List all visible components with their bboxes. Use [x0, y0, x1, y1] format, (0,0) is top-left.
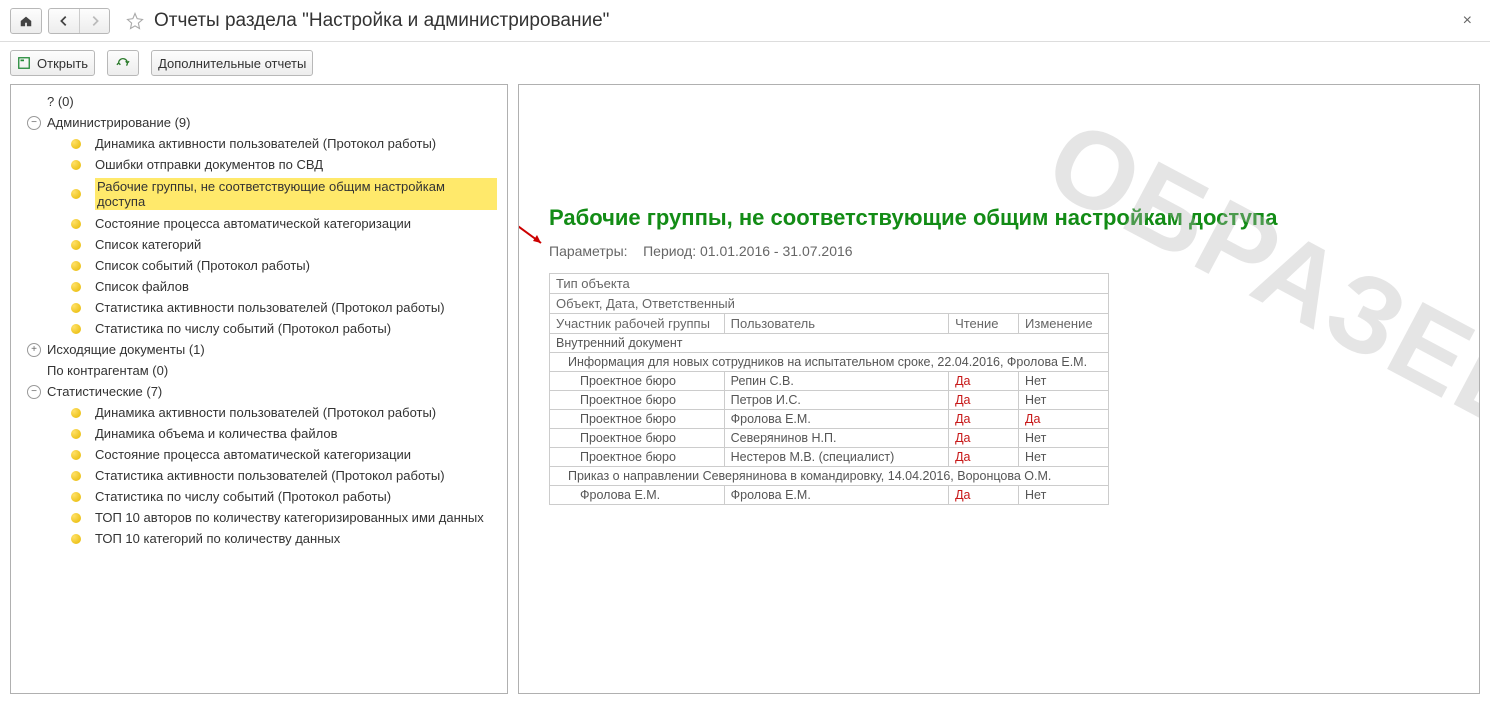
- report-params: Параметры: Период: 01.01.2016 - 31.07.20…: [549, 243, 1459, 259]
- tree-item[interactable]: Статистика по числу событий (Протокол ра…: [11, 318, 507, 339]
- tree-group-admin[interactable]: −Администрирование (9): [11, 112, 507, 133]
- tree-item[interactable]: Ошибки отправки документов по СВД: [11, 154, 507, 175]
- back-button[interactable]: [49, 9, 79, 33]
- report-icon: [71, 261, 81, 271]
- reports-tree: ? (0) −Администрирование (9) Динамика ак…: [10, 84, 508, 694]
- expand-icon[interactable]: +: [27, 343, 41, 357]
- tree-item-selected[interactable]: Рабочие группы, не соответствующие общим…: [11, 175, 507, 213]
- extra-reports-button[interactable]: Дополнительные отчеты: [151, 50, 313, 76]
- tree-group-outgoing[interactable]: +Исходящие документы (1): [11, 339, 507, 360]
- report-title: Рабочие группы, не соответствующие общим…: [549, 205, 1459, 231]
- report-icon: [71, 303, 81, 313]
- report-icon: [71, 471, 81, 481]
- tree-item[interactable]: Список файлов: [11, 276, 507, 297]
- tree-item[interactable]: Динамика активности пользователей (Прото…: [11, 402, 507, 423]
- report-icon: [71, 513, 81, 523]
- report-icon: [71, 219, 81, 229]
- extra-reports-label: Дополнительные отчеты: [158, 56, 306, 71]
- report-icon: [71, 450, 81, 460]
- tree-item[interactable]: Состояние процесса автоматической катего…: [11, 444, 507, 465]
- tree-group-contragents[interactable]: По контрагентам (0): [11, 360, 507, 381]
- report-icon: [71, 139, 81, 149]
- report-icon: [71, 324, 81, 334]
- tree-item[interactable]: Динамика активности пользователей (Прото…: [11, 133, 507, 154]
- page-title: Отчеты раздела "Настройка и администриро…: [154, 10, 609, 32]
- report-icon: [71, 429, 81, 439]
- tree-item[interactable]: Список событий (Протокол работы): [11, 255, 507, 276]
- tree-group-unknown[interactable]: ? (0): [11, 91, 507, 112]
- report-preview: ОБРАЗЕЦ Рабочие группы, не соответствующ…: [518, 84, 1480, 694]
- favorite-star-icon[interactable]: [124, 10, 146, 32]
- tree-item[interactable]: Статистика активности пользователей (Про…: [11, 297, 507, 318]
- open-button[interactable]: Открыть: [10, 50, 95, 76]
- collapse-icon[interactable]: −: [27, 116, 41, 130]
- report-icon: [71, 492, 81, 502]
- refresh-button[interactable]: [107, 50, 139, 76]
- report-icon: [71, 240, 81, 250]
- tree-item[interactable]: ТОП 10 авторов по количеству категоризир…: [11, 507, 507, 528]
- collapse-icon[interactable]: −: [27, 385, 41, 399]
- open-button-label: Открыть: [37, 56, 88, 71]
- arrow-annotation-icon: [518, 221, 551, 251]
- tree-item[interactable]: Динамика объема и количества файлов: [11, 423, 507, 444]
- report-table: Тип объекта Объект, Дата, Ответственный …: [549, 273, 1109, 505]
- tree-item[interactable]: ТОП 10 категорий по количеству данных: [11, 528, 507, 549]
- tree-item[interactable]: Состояние процесса автоматической катего…: [11, 213, 507, 234]
- forward-button[interactable]: [79, 9, 109, 33]
- tree-item[interactable]: Статистика активности пользователей (Про…: [11, 465, 507, 486]
- report-icon: [71, 189, 81, 199]
- tree-group-stats[interactable]: −Статистические (7): [11, 381, 507, 402]
- tree-item[interactable]: Список категорий: [11, 234, 507, 255]
- report-icon: [71, 282, 81, 292]
- report-icon: [71, 160, 81, 170]
- nav-group: [48, 8, 110, 34]
- report-icon: [71, 408, 81, 418]
- home-button[interactable]: [10, 8, 42, 34]
- report-icon: [71, 534, 81, 544]
- close-button[interactable]: ×: [1455, 10, 1480, 32]
- tree-item[interactable]: Статистика по числу событий (Протокол ра…: [11, 486, 507, 507]
